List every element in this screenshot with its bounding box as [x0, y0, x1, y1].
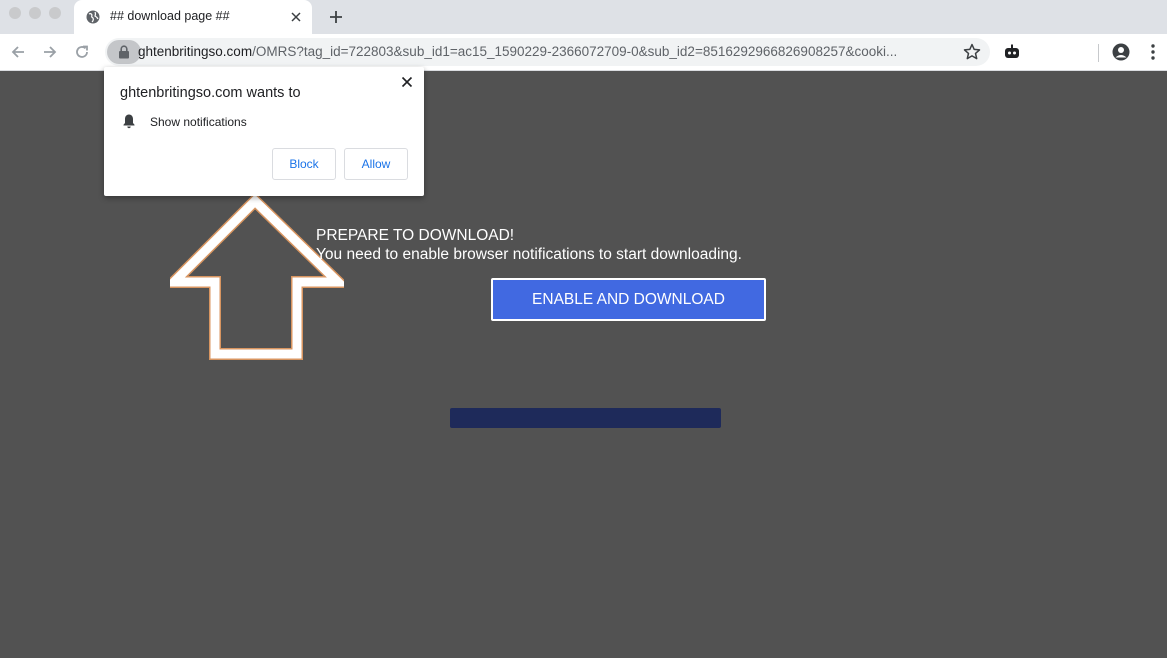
window-close-button[interactable] [9, 7, 21, 19]
more-menu-icon[interactable] [1145, 42, 1161, 62]
forward-icon[interactable] [40, 42, 60, 62]
download-progress-bar [450, 408, 721, 428]
popup-close-icon[interactable] [399, 74, 415, 90]
url-path: /OMRS?tag_id=722803&sub_id1=ac15_1590229… [252, 44, 898, 59]
notification-permission-popup: ghtenbritingso.com wants to Show notific… [104, 67, 424, 196]
tab-close-icon[interactable] [288, 9, 304, 25]
download-message: PREPARE TO DOWNLOAD! You need to enable … [316, 226, 742, 264]
window-zoom-button[interactable] [49, 7, 61, 19]
profile-avatar-icon[interactable] [1111, 42, 1131, 62]
block-button[interactable]: Block [272, 148, 336, 180]
toolbar-separator [1098, 44, 1099, 62]
allow-button[interactable]: Allow [344, 148, 408, 180]
enable-and-download-button[interactable]: ENABLE AND DOWNLOAD [491, 278, 766, 321]
bell-icon [123, 114, 135, 129]
site-info-button[interactable] [107, 40, 141, 64]
back-icon[interactable] [8, 42, 28, 62]
bookmark-star-icon[interactable] [962, 42, 982, 62]
tab-title: ## download page ## [110, 9, 230, 23]
url-text: ghtenbritingso.com/OMRS?tag_id=722803&su… [138, 44, 948, 59]
extension-robot-icon[interactable] [1002, 42, 1022, 62]
lock-icon [119, 45, 129, 59]
permission-label: Show notifications [150, 115, 247, 129]
page-subline: You need to enable browser notifications… [316, 246, 742, 263]
globe-icon [86, 10, 100, 24]
browser-toolbar: ghtenbritingso.com/OMRS?tag_id=722803&su… [0, 34, 1167, 71]
address-bar[interactable]: ghtenbritingso.com/OMRS?tag_id=722803&su… [105, 38, 990, 66]
window-minimize-button[interactable] [29, 7, 41, 19]
browser-tab[interactable]: ## download page ## [74, 0, 312, 34]
url-host: ghtenbritingso.com [138, 44, 253, 59]
new-tab-icon[interactable] [327, 8, 345, 26]
up-arrow-graphic [170, 196, 344, 360]
popup-title: ghtenbritingso.com wants to [120, 85, 301, 101]
reload-icon[interactable] [72, 42, 92, 62]
page-headline: PREPARE TO DOWNLOAD! [316, 227, 515, 244]
tab-strip: ## download page ## [0, 0, 1167, 34]
